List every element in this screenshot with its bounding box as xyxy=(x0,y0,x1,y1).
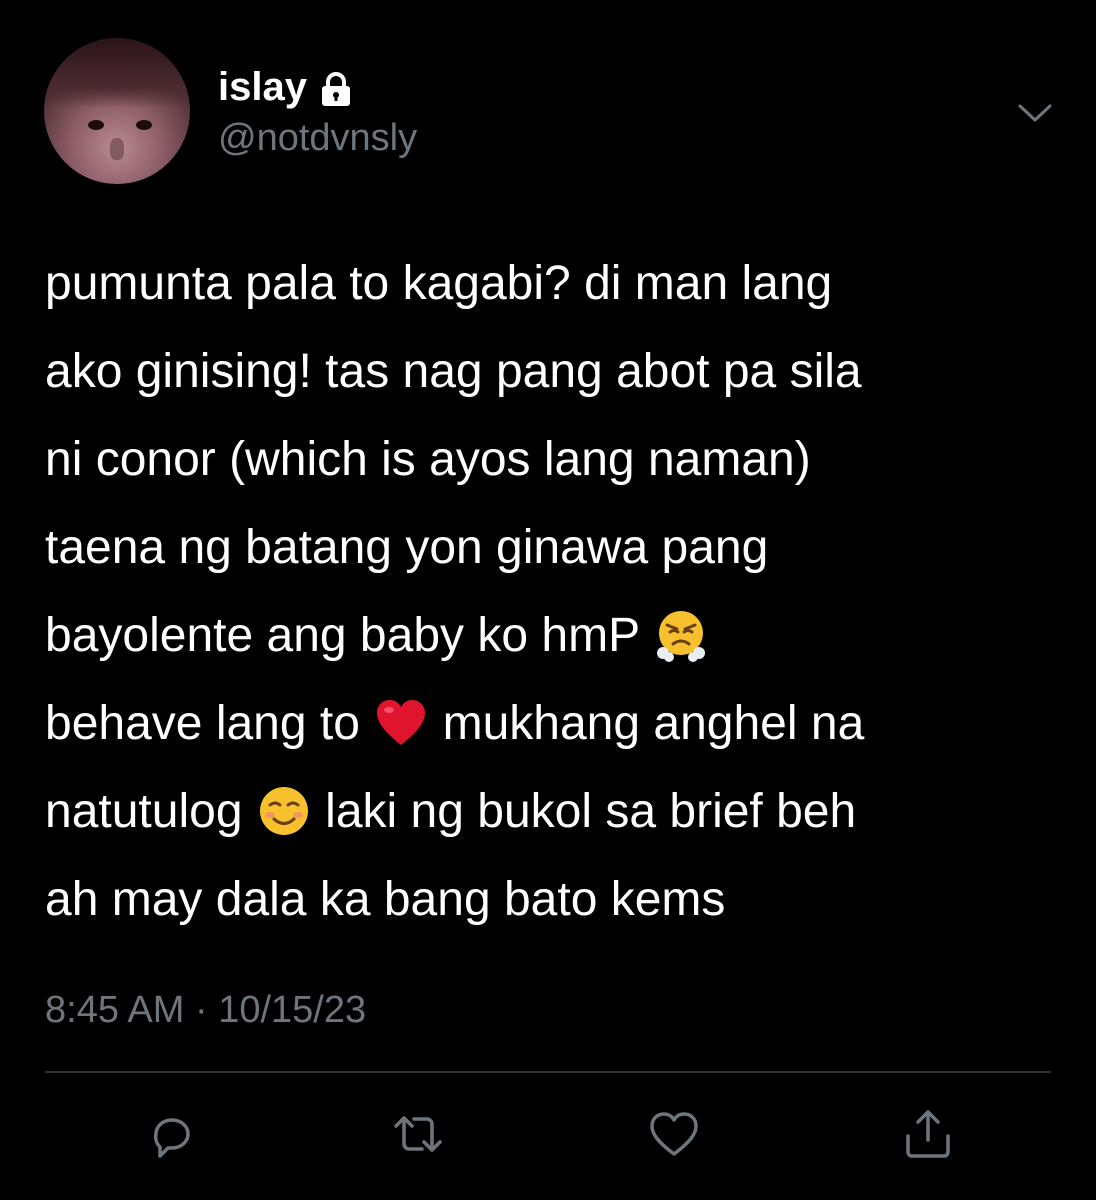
reply-icon xyxy=(153,1118,190,1158)
lock-icon xyxy=(319,71,353,107)
meta-separator: · xyxy=(184,989,219,1031)
display-name[interactable]: islay xyxy=(218,64,307,110)
tweet-line-text: bayolente ang baby ko hmP xyxy=(45,609,653,662)
tweet-line: ako ginising! tas nag pang abot pa sila xyxy=(45,345,862,398)
reply-button[interactable] xyxy=(142,1104,202,1164)
tweet-line-text: behave lang to xyxy=(45,697,374,750)
tweet-line: bayolente ang baby ko hmP xyxy=(45,592,1065,680)
avatar[interactable] xyxy=(44,38,190,184)
tweet-timestamp[interactable]: 8:45 AM · 10/15/23 xyxy=(45,988,366,1032)
display-name-row[interactable]: islay xyxy=(218,64,353,110)
tweet-line: behave lang to mukhang anghel na xyxy=(45,680,1065,768)
tweet-line-text: laki ng bukol sa brief beh xyxy=(311,785,857,838)
avatar-hair xyxy=(44,38,190,108)
avatar-nose xyxy=(110,138,124,160)
tweet-date: 10/15/23 xyxy=(218,989,367,1031)
share-icon xyxy=(906,1110,950,1158)
user-handle[interactable]: @notdvnsly xyxy=(218,116,417,160)
tweet-line-text: mukhang anghel na xyxy=(429,697,865,750)
like-button[interactable] xyxy=(644,1104,704,1164)
avatar-eye-left xyxy=(88,120,104,130)
chevron-down-icon[interactable] xyxy=(1012,92,1058,132)
share-button[interactable] xyxy=(898,1104,958,1164)
tweet-time: 8:45 AM xyxy=(45,989,185,1031)
tweet-text: pumunta pala to kagabi? di man lang ako … xyxy=(45,240,1065,944)
tweet-line: taena ng batang yon ginawa pang xyxy=(45,521,769,574)
tweet-line: pumunta pala to kagabi? di man lang xyxy=(45,257,833,310)
tweet-line: natutulog laki ng bukol sa brief beh xyxy=(45,768,1065,856)
tweet-line-text: natutulog xyxy=(45,785,256,838)
divider xyxy=(45,1071,1051,1073)
huffing-face-emoji xyxy=(653,604,709,663)
avatar-eye-right xyxy=(136,120,152,130)
smiling-face-emoji xyxy=(256,780,312,836)
retweet-icon xyxy=(394,1116,442,1152)
like-icon xyxy=(650,1112,698,1156)
red-heart-emoji xyxy=(373,692,429,748)
tweet-line: ni conor (which is ayos lang naman) xyxy=(45,433,811,486)
tweet-line: ah may dala ka bang bato kems xyxy=(45,873,726,926)
retweet-button[interactable] xyxy=(388,1104,448,1164)
tweet-card: islay @notdvnsly pumunta pala to kagabi?… xyxy=(0,0,1096,1200)
